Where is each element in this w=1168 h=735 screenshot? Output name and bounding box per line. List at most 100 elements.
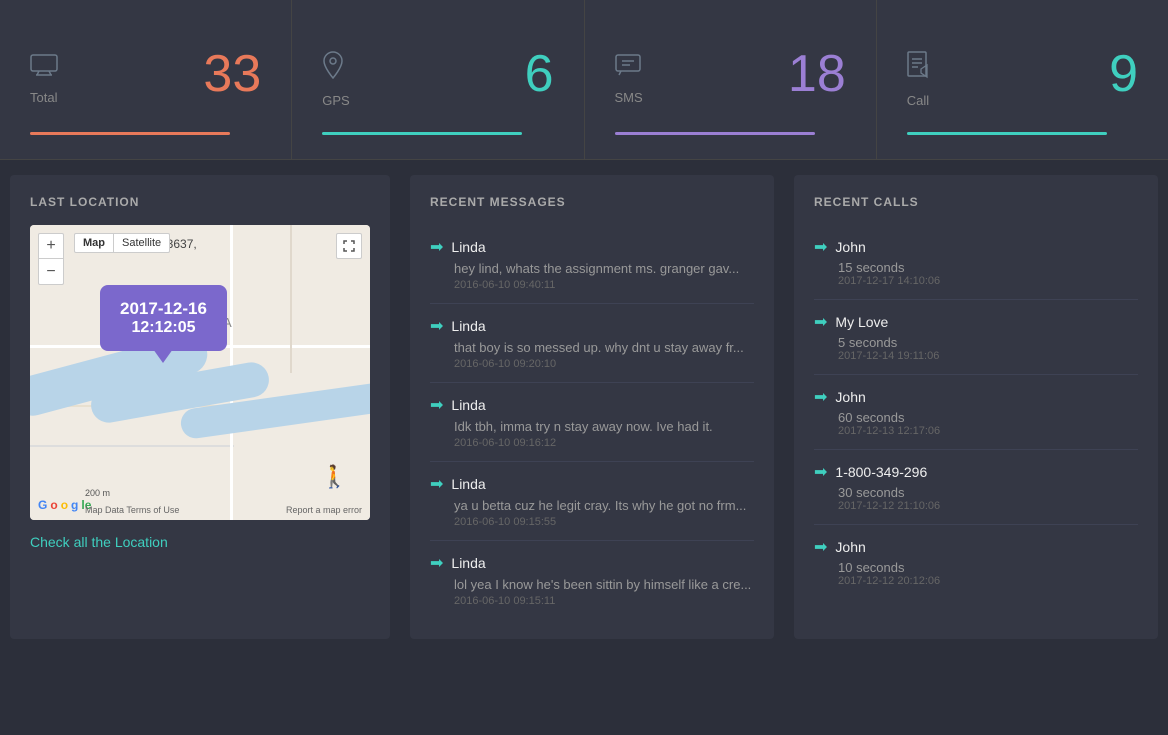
message-text: hey lind, whats the assignment ms. grang… [430, 261, 754, 276]
last-location-panel: LAST LOCATION + − Map [10, 175, 390, 639]
message-text: lol yea I know he's been sittin by himse… [430, 577, 754, 592]
message-text: ya u betta cuz he legit cray. Its why he… [430, 498, 754, 513]
recent-calls-panel: RECENT CALLS ➡ John 15 seconds 2017-12-1… [794, 175, 1158, 639]
call-direction-icon: ➡ [814, 237, 827, 257]
recent-messages-title: RECENT MESSAGES [430, 195, 754, 209]
map-type-buttons: Map Satellite [74, 233, 170, 253]
call-contact-name: John [835, 539, 865, 555]
map-fullscreen-button[interactable] [336, 233, 362, 259]
message-item: ➡ Linda hey lind, whats the assignment m… [430, 225, 754, 304]
message-direction-icon: ➡ [430, 553, 443, 573]
message-sender-name: Linda [451, 239, 485, 255]
call-direction-icon: ➡ [814, 537, 827, 557]
message-sender-row: ➡ Linda [430, 395, 754, 415]
message-time: 2016-06-10 09:20:10 [430, 358, 754, 370]
message-sender-row: ➡ Linda [430, 316, 754, 336]
map-footer-links: Map Data Terms of Use [85, 495, 179, 515]
map-container: + − Map Satellite 93637, USA 2017- [30, 225, 370, 520]
message-sender-row: ➡ Linda [430, 474, 754, 494]
map-zoom-in[interactable]: + [38, 233, 64, 259]
call-contact-name: John [835, 239, 865, 255]
call-time: 2017-12-17 14:10:06 [814, 275, 1138, 287]
call-duration: 30 seconds [814, 485, 1138, 500]
map-zoom-controls: + − [38, 233, 64, 285]
gps-value: 6 [525, 44, 554, 104]
message-direction-icon: ➡ [430, 237, 443, 257]
map-pin-popup: 2017-12-16 12:12:05 [100, 285, 227, 351]
message-direction-icon: ➡ [430, 474, 443, 494]
stat-card-call: Call 9 [877, 0, 1168, 159]
recent-messages-panel: RECENT MESSAGES ➡ Linda hey lind, whats … [410, 175, 774, 639]
call-item: ➡ My Love 5 seconds 2017-12-14 19:11:06 [814, 300, 1138, 375]
call-time: 2017-12-14 19:11:06 [814, 350, 1138, 362]
message-sender-row: ➡ Linda [430, 553, 754, 573]
message-time: 2016-06-10 09:15:55 [430, 516, 754, 528]
stat-card-gps: GPS 6 [292, 0, 584, 159]
gps-underline [322, 132, 522, 135]
stat-card-sms: SMS 18 [585, 0, 877, 159]
message-time: 2016-06-10 09:16:12 [430, 437, 754, 449]
call-direction-icon: ➡ [814, 387, 827, 407]
map-pin-date: 2017-12-16 [120, 299, 207, 319]
map-type-satellite[interactable]: Satellite [114, 233, 170, 253]
message-item: ➡ Linda that boy is so messed up. why dn… [430, 304, 754, 383]
call-contact-name: John [835, 389, 865, 405]
calls-list: ➡ John 15 seconds 2017-12-17 14:10:06 ➡ … [814, 225, 1138, 599]
call-direction-icon: ➡ [814, 462, 827, 482]
stats-bar: Total 33 GPS 6 SMS 18 [0, 0, 1168, 160]
call-duration: 60 seconds [814, 410, 1138, 425]
messages-list: ➡ Linda hey lind, whats the assignment m… [430, 225, 754, 619]
call-duration: 10 seconds [814, 560, 1138, 575]
main-content: LAST LOCATION + − Map [0, 160, 1168, 654]
call-item: ➡ John 10 seconds 2017-12-12 20:12:06 [814, 525, 1138, 599]
map-pin-time: 12:12:05 [120, 319, 207, 337]
call-duration: 5 seconds [814, 335, 1138, 350]
stat-card-total: Total 33 [0, 0, 292, 159]
call-contact-name: 1-800-349-296 [835, 464, 927, 480]
map-google-logo: Google [38, 498, 91, 512]
recent-calls-title: RECENT CALLS [814, 195, 1138, 209]
call-header-row: ➡ John [814, 237, 1138, 257]
map-background [30, 225, 370, 520]
message-direction-icon: ➡ [430, 395, 443, 415]
message-direction-icon: ➡ [430, 316, 443, 336]
message-text: Idk tbh, imma try n stay away now. Ive h… [430, 419, 754, 434]
message-text: that boy is so messed up. why dnt u stay… [430, 340, 754, 355]
map-report-link[interactable]: Report a map error [286, 505, 362, 515]
message-sender-name: Linda [451, 318, 485, 334]
call-item: ➡ 1-800-349-296 30 seconds 2017-12-12 21… [814, 450, 1138, 525]
call-header-row: ➡ John [814, 387, 1138, 407]
call-header-row: ➡ John [814, 537, 1138, 557]
call-header-row: ➡ 1-800-349-296 [814, 462, 1138, 482]
message-item: ➡ Linda Idk tbh, imma try n stay away no… [430, 383, 754, 462]
location-pin-icon [322, 51, 553, 85]
call-header-row: ➡ My Love [814, 312, 1138, 332]
map-zoom-out[interactable]: − [38, 259, 64, 285]
gps-label: GPS [322, 93, 553, 108]
map-road [30, 445, 234, 447]
call-value: 9 [1109, 44, 1138, 104]
message-item: ➡ Linda lol yea I know he's been sittin … [430, 541, 754, 619]
message-sender-name: Linda [451, 555, 485, 571]
call-time: 2017-12-12 20:12:06 [814, 575, 1138, 587]
call-underline [907, 132, 1107, 135]
call-time: 2017-12-13 12:17:06 [814, 425, 1138, 437]
map-road [290, 225, 292, 373]
last-location-title: LAST LOCATION [30, 195, 370, 209]
sms-underline [615, 132, 815, 135]
map-type-map[interactable]: Map [74, 233, 114, 253]
call-label: Call [907, 93, 1138, 108]
call-item: ➡ John 60 seconds 2017-12-13 12:17:06 [814, 375, 1138, 450]
map-person-icon: 🚶 [321, 464, 348, 490]
message-time: 2016-06-10 09:15:11 [430, 595, 754, 607]
total-underline [30, 132, 230, 135]
call-item: ➡ John 15 seconds 2017-12-17 14:10:06 [814, 225, 1138, 300]
call-direction-icon: ➡ [814, 312, 827, 332]
message-time: 2016-06-10 09:40:11 [430, 279, 754, 291]
total-value: 33 [203, 44, 261, 104]
message-item: ➡ Linda ya u betta cuz he legit cray. It… [430, 462, 754, 541]
call-duration: 15 seconds [814, 260, 1138, 275]
document-icon [907, 51, 1138, 85]
message-sender-name: Linda [451, 476, 485, 492]
check-location-link[interactable]: Check all the Location [30, 534, 168, 550]
